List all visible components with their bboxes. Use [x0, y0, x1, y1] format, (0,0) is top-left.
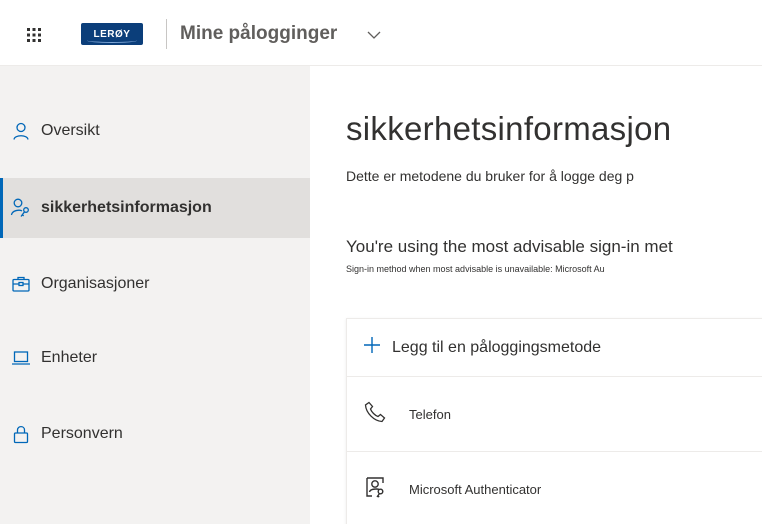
- sidebar: Oversikt sikkerhetsinformasjon Organisas…: [0, 66, 310, 524]
- person-key-icon: [10, 197, 32, 219]
- sidebar-item-enheter[interactable]: Enheter: [0, 328, 310, 388]
- method-row-telefon: Telefon: [347, 377, 762, 452]
- sidebar-item-label: Oversikt: [41, 122, 100, 139]
- main-content: sikkerhetsinformasjon Dette er metodene …: [310, 66, 762, 524]
- logo-arc: [87, 38, 137, 43]
- sidebar-item-label: sikkerhetsinformasjon: [41, 199, 212, 216]
- methods-list: Legg til en påloggingsmetode Telefon Mic…: [346, 318, 762, 524]
- authenticator-icon: [363, 475, 387, 504]
- sidebar-item-sikkerhetsinformasjon[interactable]: sikkerhetsinformasjon: [0, 178, 310, 238]
- advisable-subtext: Sign-in method when most advisable is un…: [346, 264, 605, 274]
- laptop-icon: [10, 347, 32, 369]
- sidebar-item-personvern[interactable]: Personvern: [0, 404, 310, 464]
- header-divider: [166, 19, 167, 49]
- method-row-authenticator: Microsoft Authenticator: [347, 452, 762, 524]
- top-header: LERØY Mine pålogginger: [0, 0, 762, 66]
- method-label: Telefon: [409, 406, 451, 422]
- sidebar-item-label: Enheter: [41, 349, 98, 366]
- sidebar-item-label: Personvern: [41, 425, 123, 442]
- sidebar-item-organisasjoner[interactable]: Organisasjoner: [0, 254, 310, 314]
- page-title: sikkerhetsinformasjon: [346, 110, 672, 147]
- page-description: Dette er metodene du bruker for å logge …: [346, 168, 634, 184]
- add-method-button[interactable]: Legg til en påloggingsmetode: [347, 319, 762, 377]
- method-label: Microsoft Authenticator: [409, 481, 542, 497]
- add-method-label: Legg til en påloggingsmetode: [392, 338, 602, 356]
- phone-icon: [363, 400, 387, 429]
- app-launcher-icon[interactable]: [26, 27, 42, 43]
- person-icon: [10, 120, 32, 142]
- app-title[interactable]: Mine pålogginger: [180, 23, 337, 45]
- sidebar-item-label: Organisasjoner: [41, 275, 150, 292]
- briefcase-icon: [10, 273, 32, 295]
- advisable-status: You're using the most advisable sign-in …: [346, 237, 673, 256]
- plus-icon: [362, 335, 382, 360]
- company-logo[interactable]: LERØY: [81, 23, 143, 45]
- sidebar-item-oversikt[interactable]: Oversikt: [0, 101, 310, 161]
- chevron-down-icon[interactable]: [367, 28, 381, 40]
- lock-icon: [10, 423, 32, 445]
